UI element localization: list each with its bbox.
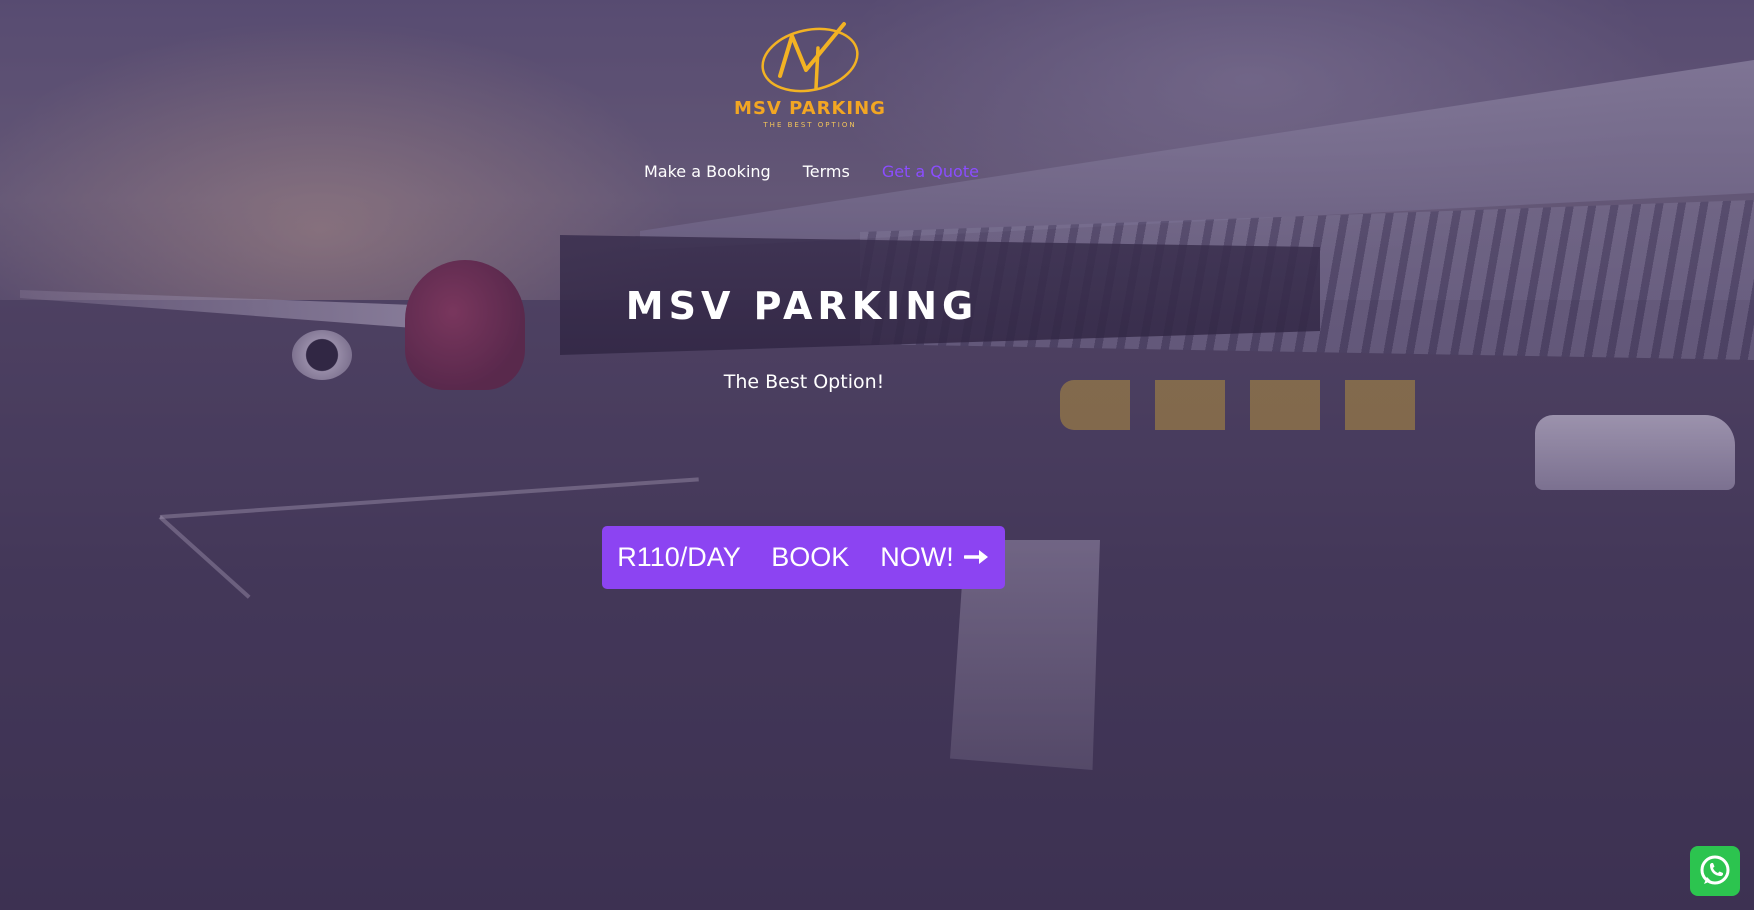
msv-monogram-logo [761, 22, 859, 93]
site-logo[interactable]: MSV PARKING THE BEST OPTION [730, 18, 890, 133]
whatsapp-button[interactable] [1690, 846, 1740, 896]
nav-terms[interactable]: Terms [803, 162, 850, 186]
nav-get-a-quote[interactable]: Get a Quote [882, 162, 979, 186]
hero-title: MSV PARKING [625, 284, 979, 328]
arrow-right-icon [963, 542, 990, 573]
logo-text: MSV PARKING [734, 98, 886, 119]
nav-make-a-booking[interactable]: Make a Booking [644, 162, 771, 186]
hero-subtitle: The Best Option! [723, 371, 885, 393]
logo-tagline: THE BEST OPTION [763, 121, 857, 129]
book-now-button[interactable]: R110/DAY BOOK NOW! [602, 526, 1005, 589]
whatsapp-icon [1700, 855, 1730, 885]
main-nav: Make a Booking Terms Get a Quote [644, 162, 984, 186]
book-now-label: R110/DAY BOOK NOW! [617, 542, 954, 572]
hero-background [0, 0, 1754, 910]
purple-overlay [0, 0, 1754, 910]
